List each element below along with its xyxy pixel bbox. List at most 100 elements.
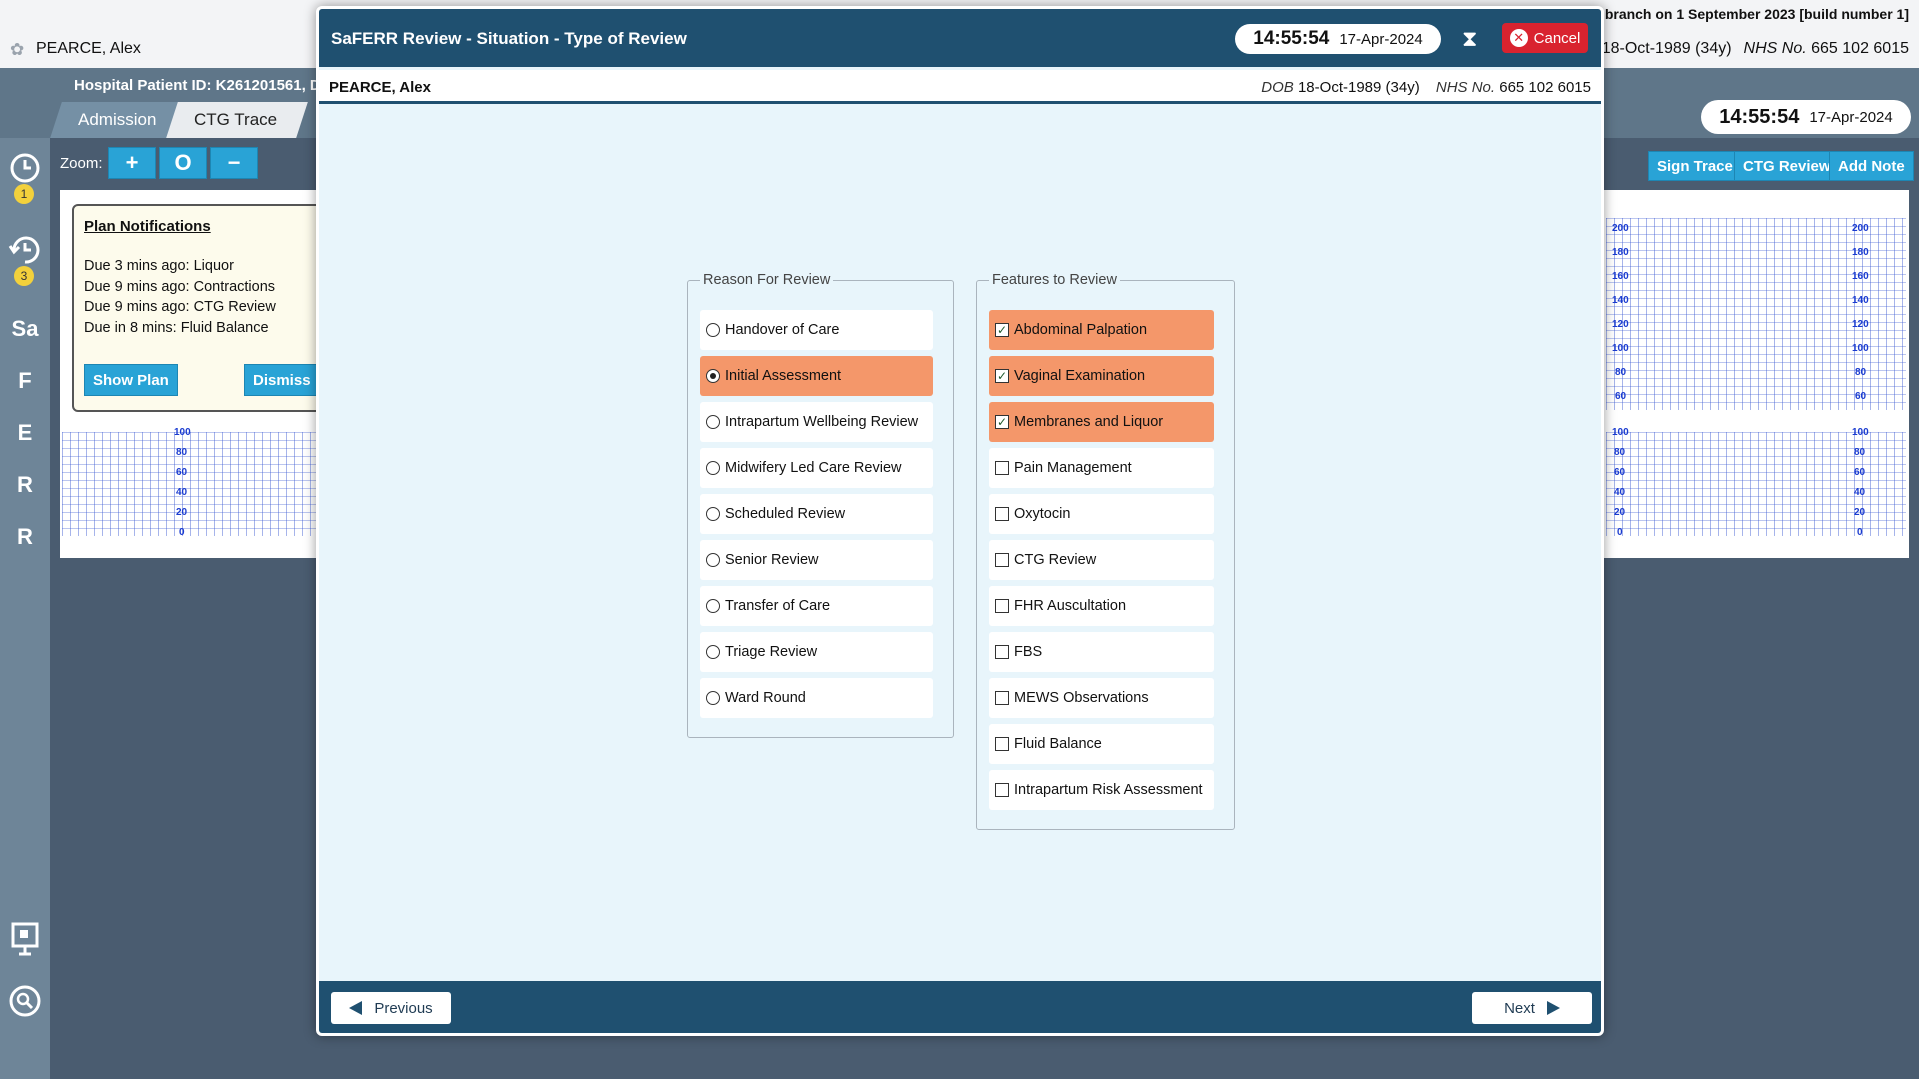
hourglass-icon[interactable]: ⧗ [1462,26,1477,52]
plan-item: Due 9 mins ago: CTG Review [84,299,276,315]
zoom-reset-button[interactable]: O [159,147,207,179]
feature-fluid-balance[interactable]: Fluid Balance [989,724,1214,764]
option-label: FBS [1014,644,1043,660]
fhr-tick: 60 [1855,391,1867,402]
zoom-in-button[interactable]: + [108,147,156,179]
reason-scheduled-review[interactable]: Scheduled Review [700,494,933,534]
zoom-out-button[interactable]: − [210,147,258,179]
rail-item-e[interactable]: E [0,420,50,446]
checkbox-icon [995,737,1009,751]
dismiss-button[interactable]: Dismiss [244,364,320,396]
presentation-icon[interactable] [0,922,50,962]
search-icon[interactable] [0,984,50,1024]
option-label: Triage Review [725,644,818,660]
reason-legend: Reason For Review [703,272,831,288]
checkbox-icon [995,599,1009,613]
reason-midwifery-led-care-review[interactable]: Midwifery Led Care Review [700,448,933,488]
fhr-tick: 140 [1612,295,1629,306]
fhr-tick: 180 [1852,247,1869,258]
feature-fbs[interactable]: FBS [989,632,1214,672]
feature-oxytocin[interactable]: Oxytocin [989,494,1214,534]
nhs-label: NHS No. [1435,79,1496,96]
nhs-value: 665 102 6015 [1499,79,1591,96]
add-note-button[interactable]: Add Note [1829,151,1914,181]
gear-icon[interactable]: ✿ [10,40,24,60]
feature-pain-management[interactable]: Pain Management [989,448,1214,488]
fhr-tick: 160 [1612,271,1629,282]
checkbox-icon [995,645,1009,659]
checkbox-checked-icon: ✓ [995,415,1009,429]
feature-intrapartum-risk-assessment[interactable]: Intrapartum Risk Assessment [989,770,1214,810]
dialog-title: SaFERR Review - Situation - Type of Revi… [331,29,687,48]
next-label: Next [1504,999,1535,1017]
cancel-button[interactable]: ✕ Cancel [1502,23,1588,53]
option-label: Ward Round [725,690,806,706]
feature-fhr-auscultation[interactable]: FHR Auscultation [989,586,1214,626]
reason-ward-round[interactable]: Ward Round [700,678,933,718]
rail-item-r1[interactable]: R [0,472,50,498]
fhr-tick: 100 [1852,343,1869,354]
reason-intrapartum-wellbeing-review[interactable]: Intrapartum Wellbeing Review [700,402,933,442]
previous-button[interactable]: Previous [331,992,451,1024]
arrow-left-icon [349,1001,363,1015]
ctg-review-button[interactable]: CTG Review [1734,151,1840,181]
toco-tick: 100 [174,427,191,438]
history-badge: 3 [14,266,34,286]
option-label: Scheduled Review [725,506,846,522]
feature-membranes-and-liquor[interactable]: ✓ Membranes and Liquor [989,402,1214,442]
tab-admission[interactable]: Admission [50,102,182,138]
plan-title: Plan Notifications [84,218,211,235]
sign-trace-button[interactable]: Sign Trace [1648,151,1742,181]
option-label: Vaginal Examination [1014,368,1146,384]
reason-initial-assessment[interactable]: Initial Assessment [700,356,933,396]
option-label: Senior Review [725,552,819,568]
clock-date: 17-Apr-2024 [1809,108,1893,126]
reason-triage-review[interactable]: Triage Review [700,632,933,672]
dialog-date: 17-Apr-2024 [1339,30,1423,48]
feature-vaginal-examination[interactable]: ✓ Vaginal Examination [989,356,1214,396]
plan-list: Due 3 mins ago: Liquor Due 9 mins ago: C… [84,256,276,338]
radio-icon [706,599,720,613]
features-to-review-group: Features to Review ✓ Abdominal Palpation … [976,272,1235,830]
feature-mews-observations[interactable]: MEWS Observations [989,678,1214,718]
toco-tick: 0 [179,527,185,538]
rail-item-sa[interactable]: Sa [0,316,50,342]
dialog-footer: Previous Next [319,981,1601,1033]
build-info: branch on 1 September 2023 [build number… [1604,6,1909,22]
feature-abdominal-palpation[interactable]: ✓ Abdominal Palpation [989,310,1214,350]
plan-item: Due 3 mins ago: Liquor [84,258,234,274]
checkbox-checked-icon: ✓ [995,323,1009,337]
reason-transfer-of-care[interactable]: Transfer of Care [700,586,933,626]
plan-item: Due 9 mins ago: Contractions [84,278,276,295]
show-plan-button[interactable]: Show Plan [84,364,178,396]
toco-tick: 20 [1614,507,1626,518]
tab-ctg-trace[interactable]: CTG Trace [166,102,308,138]
toco-tick: 40 [176,487,188,498]
feature-ctg-review[interactable]: CTG Review [989,540,1214,580]
zoom-label: Zoom: [60,155,103,172]
rail-item-r2[interactable]: R [0,524,50,550]
fhr-tick: 80 [1615,367,1627,378]
option-label: Handover of Care [725,322,840,338]
option-label: Abdominal Palpation [1014,322,1148,338]
checkbox-icon [995,461,1009,475]
fhr-tick: 160 [1852,271,1869,282]
checkbox-icon [995,783,1009,797]
next-button[interactable]: Next [1472,992,1592,1024]
radio-icon [706,553,720,567]
toco-tick: 0 [1857,527,1863,538]
rail-item-f[interactable]: F [0,368,50,394]
fhr-tick: 60 [1615,391,1627,402]
dialog-patient-bar: PEARCE, Alex DOB 18-Oct-1989 (34y) NHS N… [319,70,1601,104]
dialog-clock[interactable]: 14:55:54 17-Apr-2024 [1235,24,1441,54]
patient-info: 18-Oct-1989 (34y) NHS No. 665 102 6015 [1602,40,1909,58]
option-label: Fluid Balance [1014,736,1102,752]
option-label: Membranes and Liquor [1014,414,1164,430]
radio-icon [706,507,720,521]
reason-senior-review[interactable]: Senior Review [700,540,933,580]
option-label: FHR Auscultation [1014,598,1127,614]
reason-handover-of-care[interactable]: Handover of Care [700,310,933,350]
radio-icon [706,461,720,475]
option-label: MEWS Observations [1014,690,1149,706]
fhr-tick: 200 [1612,223,1629,234]
